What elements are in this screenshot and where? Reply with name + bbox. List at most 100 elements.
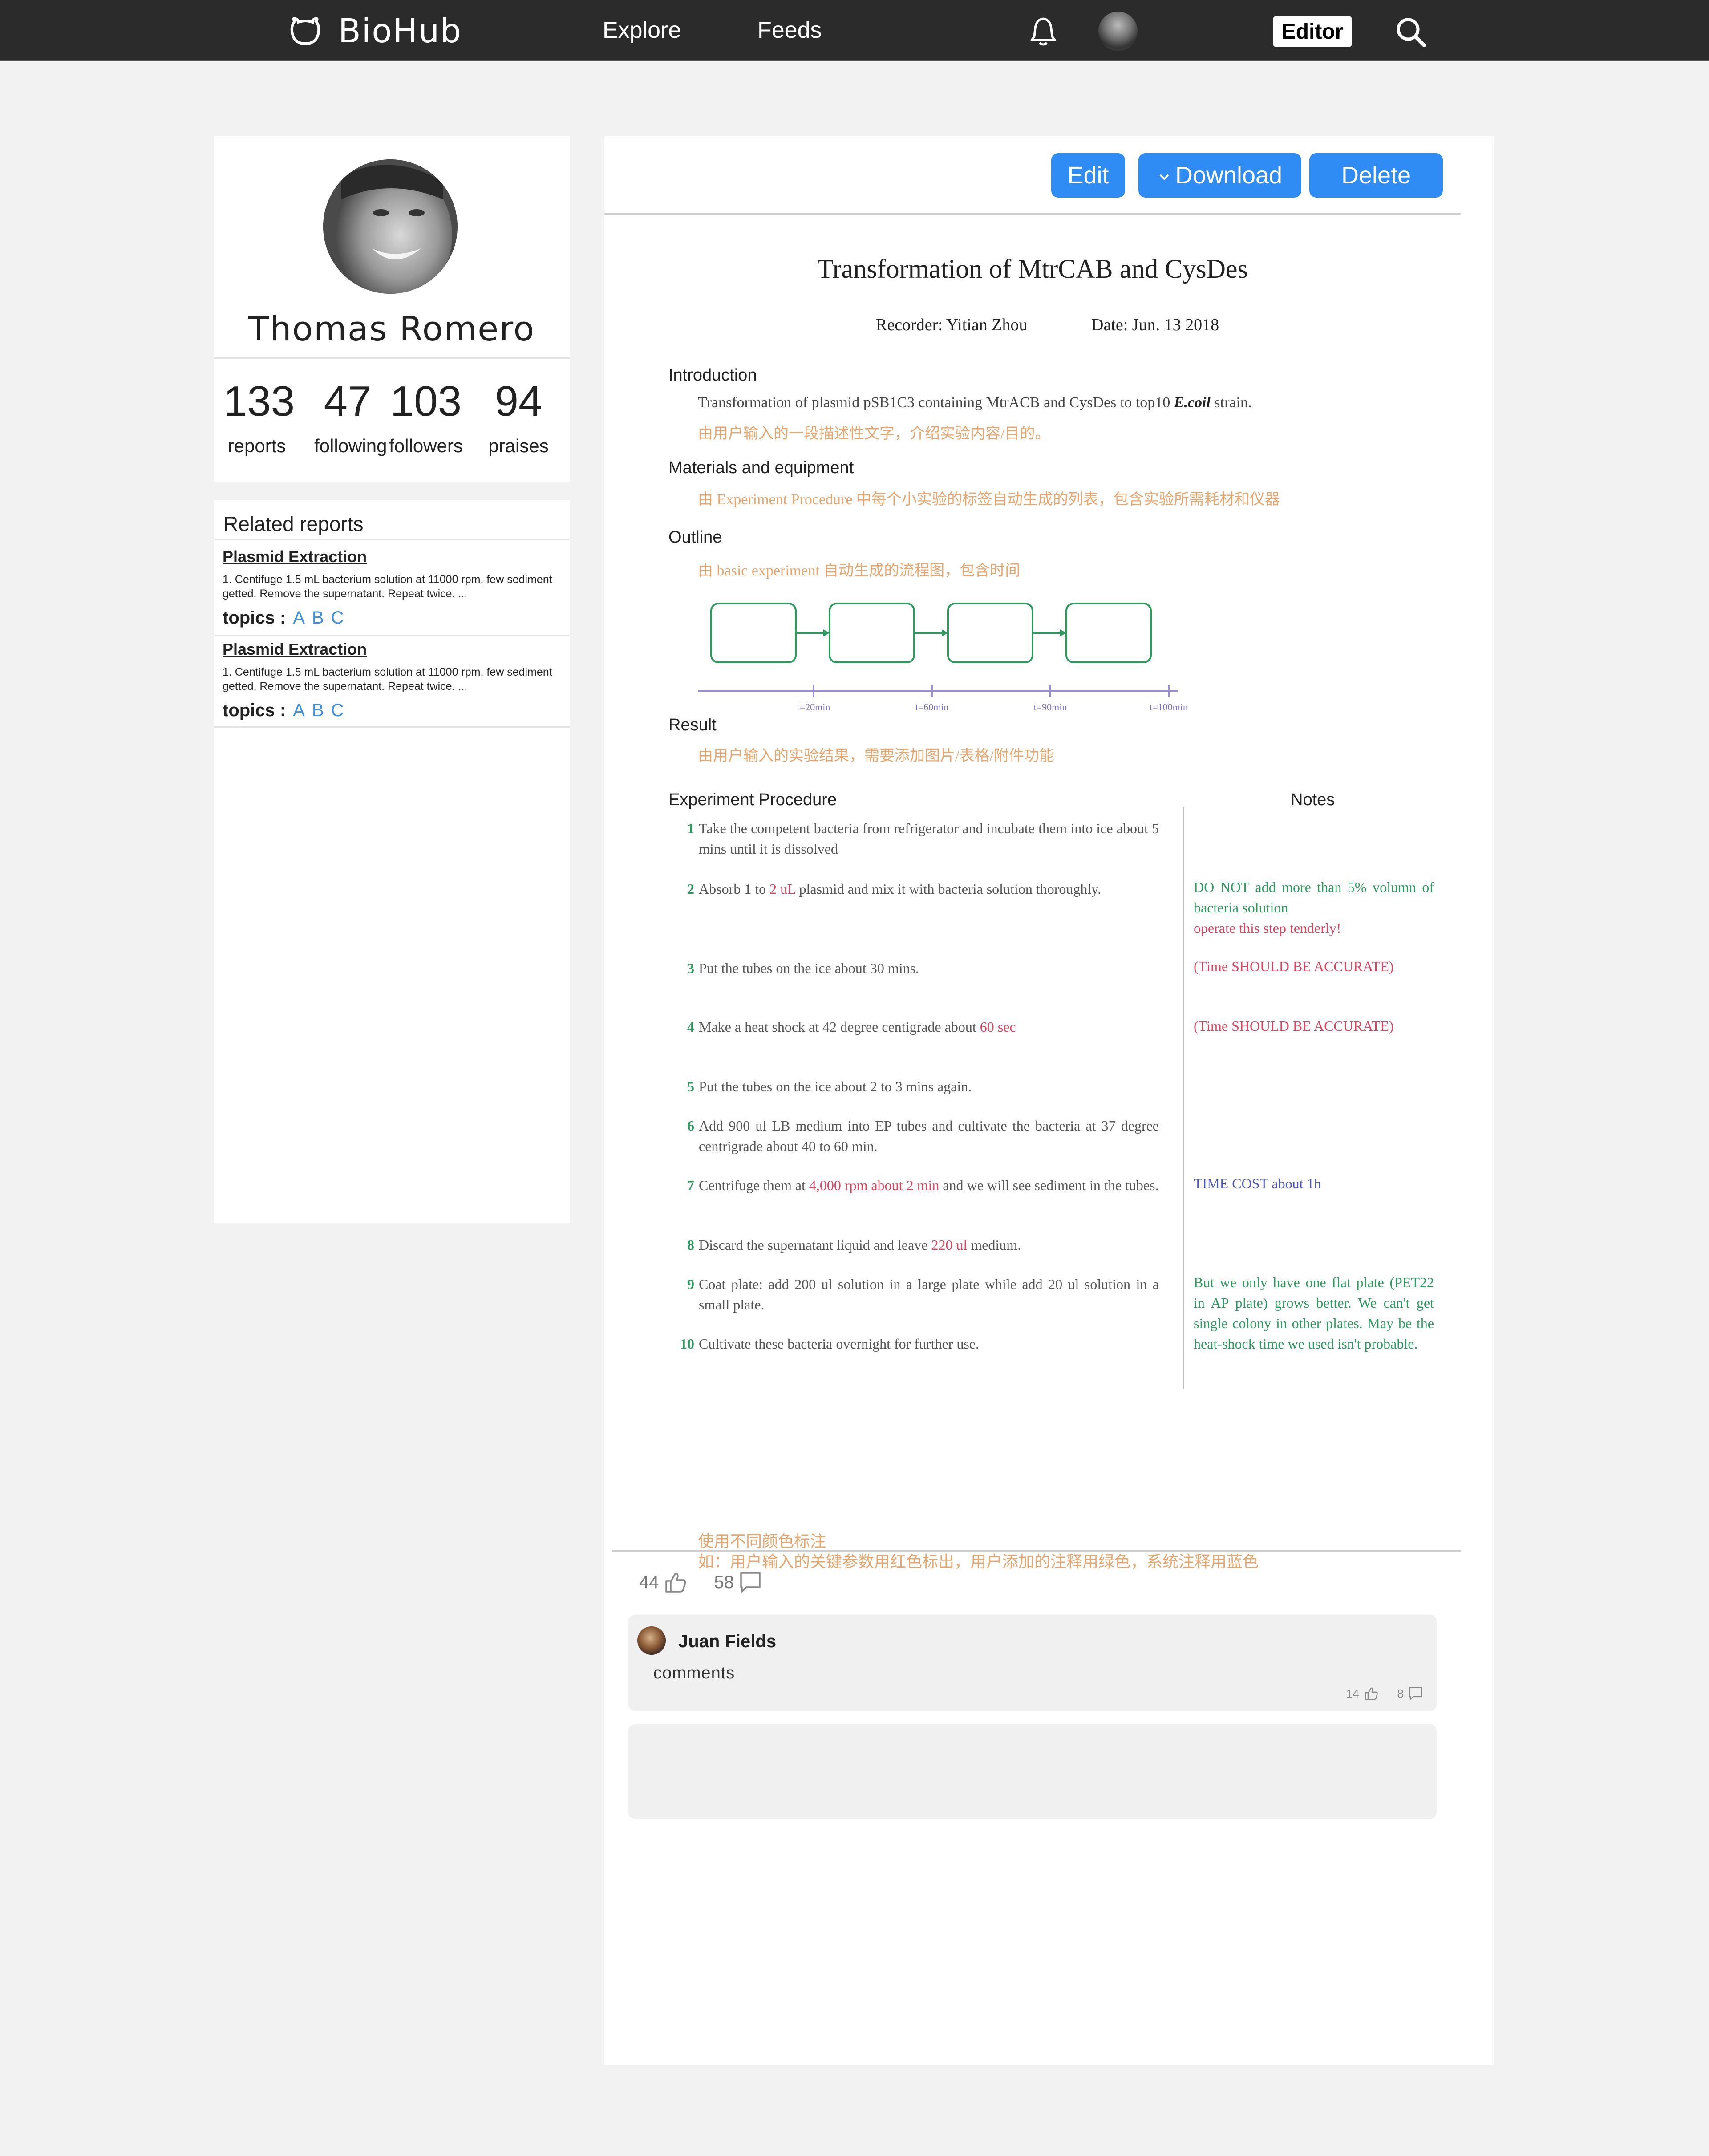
search-icon[interactable] bbox=[1395, 16, 1427, 48]
step-number: 4 bbox=[687, 1019, 694, 1035]
related-report-desc: 1. Centifuge 1.5 mL bacterium solution a… bbox=[223, 573, 552, 600]
comment-icon[interactable] bbox=[1408, 1686, 1423, 1701]
related-reports-title: Related reports bbox=[223, 512, 364, 535]
stat-label: reports bbox=[227, 435, 286, 456]
notes-heading: Notes bbox=[1291, 790, 1335, 809]
procedure-step: 9 Coat plate: add 200 ul solution in a l… bbox=[669, 1274, 1159, 1315]
user-avatar[interactable] bbox=[1098, 12, 1138, 51]
step-text-part: and we will see sediment in the tubes. bbox=[939, 1177, 1159, 1193]
topic-tag[interactable]: A bbox=[293, 701, 305, 721]
edit-button[interactable]: Edit bbox=[1051, 153, 1125, 198]
topics-label: topics : bbox=[223, 701, 286, 720]
topic-tag[interactable]: B bbox=[312, 701, 324, 721]
note-step-4: (Time SHOULD BE ACCURATE) bbox=[1194, 1018, 1394, 1034]
procedure-step: 3 Put the tubes on the ice about 30 mins… bbox=[669, 958, 1159, 978]
delete-button[interactable]: Delete bbox=[1309, 153, 1443, 198]
related-report-item[interactable]: Plasmid Extraction 1. Centifuge 1.5 mL b… bbox=[223, 640, 561, 721]
flow-step-box bbox=[710, 603, 797, 663]
flow-arrow bbox=[1033, 629, 1066, 636]
procedure-step: 2 Absorb 1 to 2 uL plasmid and mix it wi… bbox=[669, 879, 1159, 899]
topics-label: topics : bbox=[223, 608, 286, 628]
topic-tag[interactable]: C bbox=[331, 701, 344, 721]
flow-step-box bbox=[947, 603, 1033, 663]
stat-value: 94 bbox=[494, 377, 543, 425]
note-step-3: (Time SHOULD BE ACCURATE) bbox=[1194, 958, 1394, 974]
date-text: Date: Jun. 13 2018 bbox=[1091, 316, 1219, 334]
introduction-heading: Introduction bbox=[668, 366, 757, 385]
procedure-step: 7 Centrifuge them at 4,000 rpm about 2 m… bbox=[669, 1175, 1159, 1196]
commenter-name[interactable]: Juan Fields bbox=[678, 1632, 776, 1652]
editor-button[interactable]: Editor bbox=[1273, 16, 1352, 47]
stat-value: 103 bbox=[390, 377, 462, 425]
stat-value: 133 bbox=[223, 377, 295, 425]
related-report-desc: 1. Centifuge 1.5 mL bacterium solution a… bbox=[223, 666, 552, 693]
intro-text-italic: E.coil bbox=[1174, 394, 1211, 411]
note-step-9: But we only have one flat plate (PET22 i… bbox=[1194, 1274, 1434, 1352]
stat-praises[interactable]: 94 praises bbox=[485, 380, 552, 457]
result-heading: Result bbox=[668, 716, 717, 734]
flow-step-box bbox=[829, 603, 915, 663]
timeline-tick-label: t=20min bbox=[797, 701, 830, 713]
related-reports-panel: Related reports Plasmid Extraction 1. Ce… bbox=[214, 500, 570, 1223]
step-text: Coat plate: add 200 ul solution in a lar… bbox=[699, 1276, 1159, 1313]
introduction-text: Transformation of plasmid pSB1C3 contain… bbox=[698, 394, 1251, 411]
profile-card: Thomas Romero 133 reports 47 following 1… bbox=[214, 136, 570, 482]
thumbs-up-icon[interactable] bbox=[1364, 1686, 1379, 1701]
related-report-item[interactable]: Plasmid Extraction 1. Centifuge 1.5 mL b… bbox=[223, 547, 561, 628]
step-number: 2 bbox=[687, 881, 694, 897]
related-report-title[interactable]: Plasmid Extraction bbox=[223, 640, 561, 659]
topic-tag[interactable]: B bbox=[312, 608, 324, 628]
comment-input-box[interactable] bbox=[628, 1724, 1437, 1819]
intro-text-prefix: Transformation of plasmid pSB1C3 contain… bbox=[698, 394, 1174, 411]
procedure-step: 6 Add 900 ul LB medium into EP tubes and… bbox=[669, 1115, 1159, 1156]
bell-icon[interactable] bbox=[1029, 16, 1057, 47]
introduction-hint: 由用户输入的一段描述性文字，介绍实验内容/目的。 bbox=[698, 426, 1050, 442]
stat-followers[interactable]: 103 followers bbox=[384, 380, 468, 457]
divider bbox=[214, 539, 570, 540]
flow-step-box bbox=[1065, 603, 1152, 663]
comment-icon[interactable] bbox=[738, 1570, 762, 1594]
comment-reactions: 14 8 bbox=[1346, 1686, 1423, 1701]
nav-feeds-link[interactable]: Feeds bbox=[757, 17, 822, 44]
step-param: 4,000 rpm about 2 min bbox=[809, 1177, 940, 1193]
profile-name: Thomas Romero bbox=[248, 309, 535, 349]
profile-avatar[interactable] bbox=[323, 159, 458, 294]
comment-count: 58 bbox=[714, 1572, 734, 1592]
related-report-title[interactable]: Plasmid Extraction bbox=[223, 547, 561, 566]
step-text: Cultivate these bacteria overnight for f… bbox=[699, 1336, 979, 1352]
step-text-part: Make a heat shock at 42 degree centigrad… bbox=[699, 1019, 980, 1035]
timeline-tick-label: t=100min bbox=[1150, 701, 1188, 713]
materials-heading: Materials and equipment bbox=[668, 458, 854, 477]
result-hint: 由用户输入的实验结果，需要添加图片/表格/附件功能 bbox=[698, 748, 1054, 764]
step-text: Make a heat shock at 42 degree centigrad… bbox=[699, 1017, 1159, 1037]
nav-explore-link[interactable]: Explore bbox=[603, 17, 681, 44]
outline-hint: 由 basic experiment 自动生成的流程图，包含时间 bbox=[698, 563, 1021, 579]
report-panel: Edit Download Delete Transformation of M… bbox=[604, 136, 1494, 2065]
download-button[interactable]: Download bbox=[1138, 153, 1301, 198]
stat-following[interactable]: 47 following bbox=[314, 380, 387, 457]
chevron-down-icon bbox=[1159, 174, 1169, 180]
toolbar-divider bbox=[604, 213, 1461, 215]
stat-reports[interactable]: 133 reports bbox=[223, 377, 295, 457]
color-legend-note: 使用不同颜色标注 如：用户输入的关键参数用红色标出，用户添加的注释用绿色，系统注… bbox=[698, 1531, 1259, 1572]
step-number: 9 bbox=[687, 1276, 694, 1292]
profile-photo-icon bbox=[323, 159, 458, 294]
procedure-step: 1 Take the competent bacteria from refri… bbox=[669, 818, 1159, 859]
outline-flowchart: t=20min t=60min t=90min t=100min bbox=[698, 603, 1188, 713]
step-number: 6 bbox=[687, 1118, 694, 1134]
topic-tag[interactable]: A bbox=[293, 608, 305, 628]
note-text: operate this step tenderly! bbox=[1194, 920, 1341, 936]
bear-logo-icon bbox=[290, 17, 320, 45]
step-text: Take the competent bacteria from refrige… bbox=[699, 820, 1159, 857]
thumbs-up-icon[interactable] bbox=[664, 1570, 688, 1594]
topic-tag[interactable]: C bbox=[331, 608, 344, 628]
comment-card: Juan Fields comments 14 8 bbox=[628, 1615, 1437, 1711]
flow-arrow bbox=[796, 629, 830, 636]
step-number: 7 bbox=[687, 1177, 694, 1193]
procedure-step: 10 Cultivate these bacteria overnight fo… bbox=[669, 1333, 1159, 1354]
profile-divider bbox=[214, 357, 570, 359]
topics-row: topics : A B C bbox=[223, 608, 561, 628]
topics-row: topics : A B C bbox=[223, 701, 561, 721]
commenter-avatar[interactable] bbox=[637, 1626, 666, 1655]
brand-logo[interactable]: BioHub bbox=[288, 12, 462, 50]
